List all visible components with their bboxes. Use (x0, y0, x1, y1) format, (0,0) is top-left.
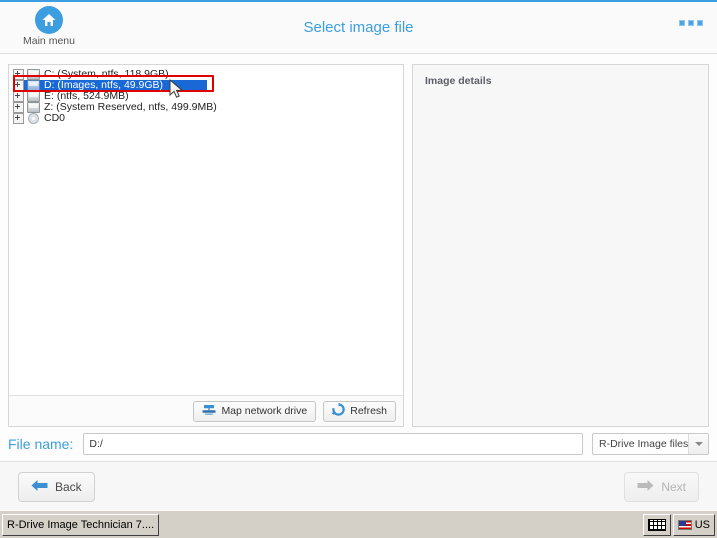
drive-tree-panel: C: (System, ntfs, 118.9GB) D: (Images, n… (8, 64, 404, 427)
page-title: Select image file (303, 19, 414, 36)
us-flag-icon (677, 519, 692, 530)
taskbar: R-Drive Image Technician 7.... US (0, 510, 717, 538)
filetype-dropdown[interactable]: R-Drive Image files (592, 433, 709, 455)
filetype-value: R-Drive Image files (599, 438, 688, 450)
hard-drive-icon (27, 80, 40, 91)
hard-drive-icon (27, 102, 40, 113)
next-label: Next (661, 480, 686, 494)
taskbar-item-label: R-Drive Image Technician 7.... (7, 518, 155, 531)
network-drive-icon (202, 404, 216, 419)
chevron-down-icon[interactable] (688, 434, 708, 454)
expand-icon[interactable] (13, 80, 24, 91)
hard-drive-icon (27, 91, 40, 102)
map-network-drive-label: Map network drive (221, 405, 308, 417)
language-label: US (694, 518, 710, 531)
filename-input[interactable] (83, 433, 583, 455)
expand-icon[interactable] (13, 91, 24, 102)
language-button[interactable]: US (672, 513, 715, 536)
more-options-icon[interactable] (679, 20, 703, 26)
image-details-panel: Image details (412, 64, 709, 427)
drive-tree[interactable]: C: (System, ntfs, 118.9GB) D: (Images, n… (9, 65, 403, 395)
arrow-left-icon (31, 479, 48, 495)
expand-icon[interactable] (13, 113, 24, 124)
tree-toolbar: Map network drive Refresh (9, 395, 403, 426)
dialog-body: C: (System, ntfs, 118.9GB) D: (Images, n… (0, 54, 717, 462)
expand-icon[interactable] (13, 69, 24, 80)
back-button[interactable]: Back (18, 472, 95, 502)
tree-item-label: Z: (System Reserved, ntfs, 499.9MB) (44, 101, 217, 113)
expand-icon[interactable] (13, 102, 24, 113)
keyboard-icon (647, 518, 666, 531)
arrow-right-icon (637, 479, 654, 495)
tree-item-label: CD0 (44, 112, 66, 124)
refresh-label: Refresh (350, 405, 387, 417)
refresh-icon (331, 403, 345, 419)
taskbar-item-rdrive[interactable]: R-Drive Image Technician 7.... (2, 513, 160, 536)
filename-label: File name: (8, 436, 74, 452)
back-label: Back (55, 480, 82, 494)
app-window: Main menu Select image file C: (System, … (0, 0, 717, 538)
next-button: Next (624, 472, 699, 502)
app-header: Main menu Select image file (0, 2, 717, 54)
tree-item-cd0[interactable]: CD0 (13, 113, 403, 124)
keyboard-button[interactable] (642, 513, 671, 536)
refresh-button[interactable]: Refresh (323, 400, 396, 422)
tree-item-z[interactable]: Z: (System Reserved, ntfs, 499.9MB) (13, 102, 403, 113)
filename-row: File name: R-Drive Image files (0, 426, 717, 462)
hard-drive-icon (27, 69, 40, 80)
system-tray: US (642, 513, 717, 536)
cd-drive-icon (27, 113, 40, 124)
main-menu-label: Main menu (23, 35, 75, 47)
map-network-drive-button[interactable]: Map network drive (193, 400, 317, 422)
dialog-footer: Back Next (0, 461, 717, 510)
image-details-title: Image details (425, 75, 492, 87)
